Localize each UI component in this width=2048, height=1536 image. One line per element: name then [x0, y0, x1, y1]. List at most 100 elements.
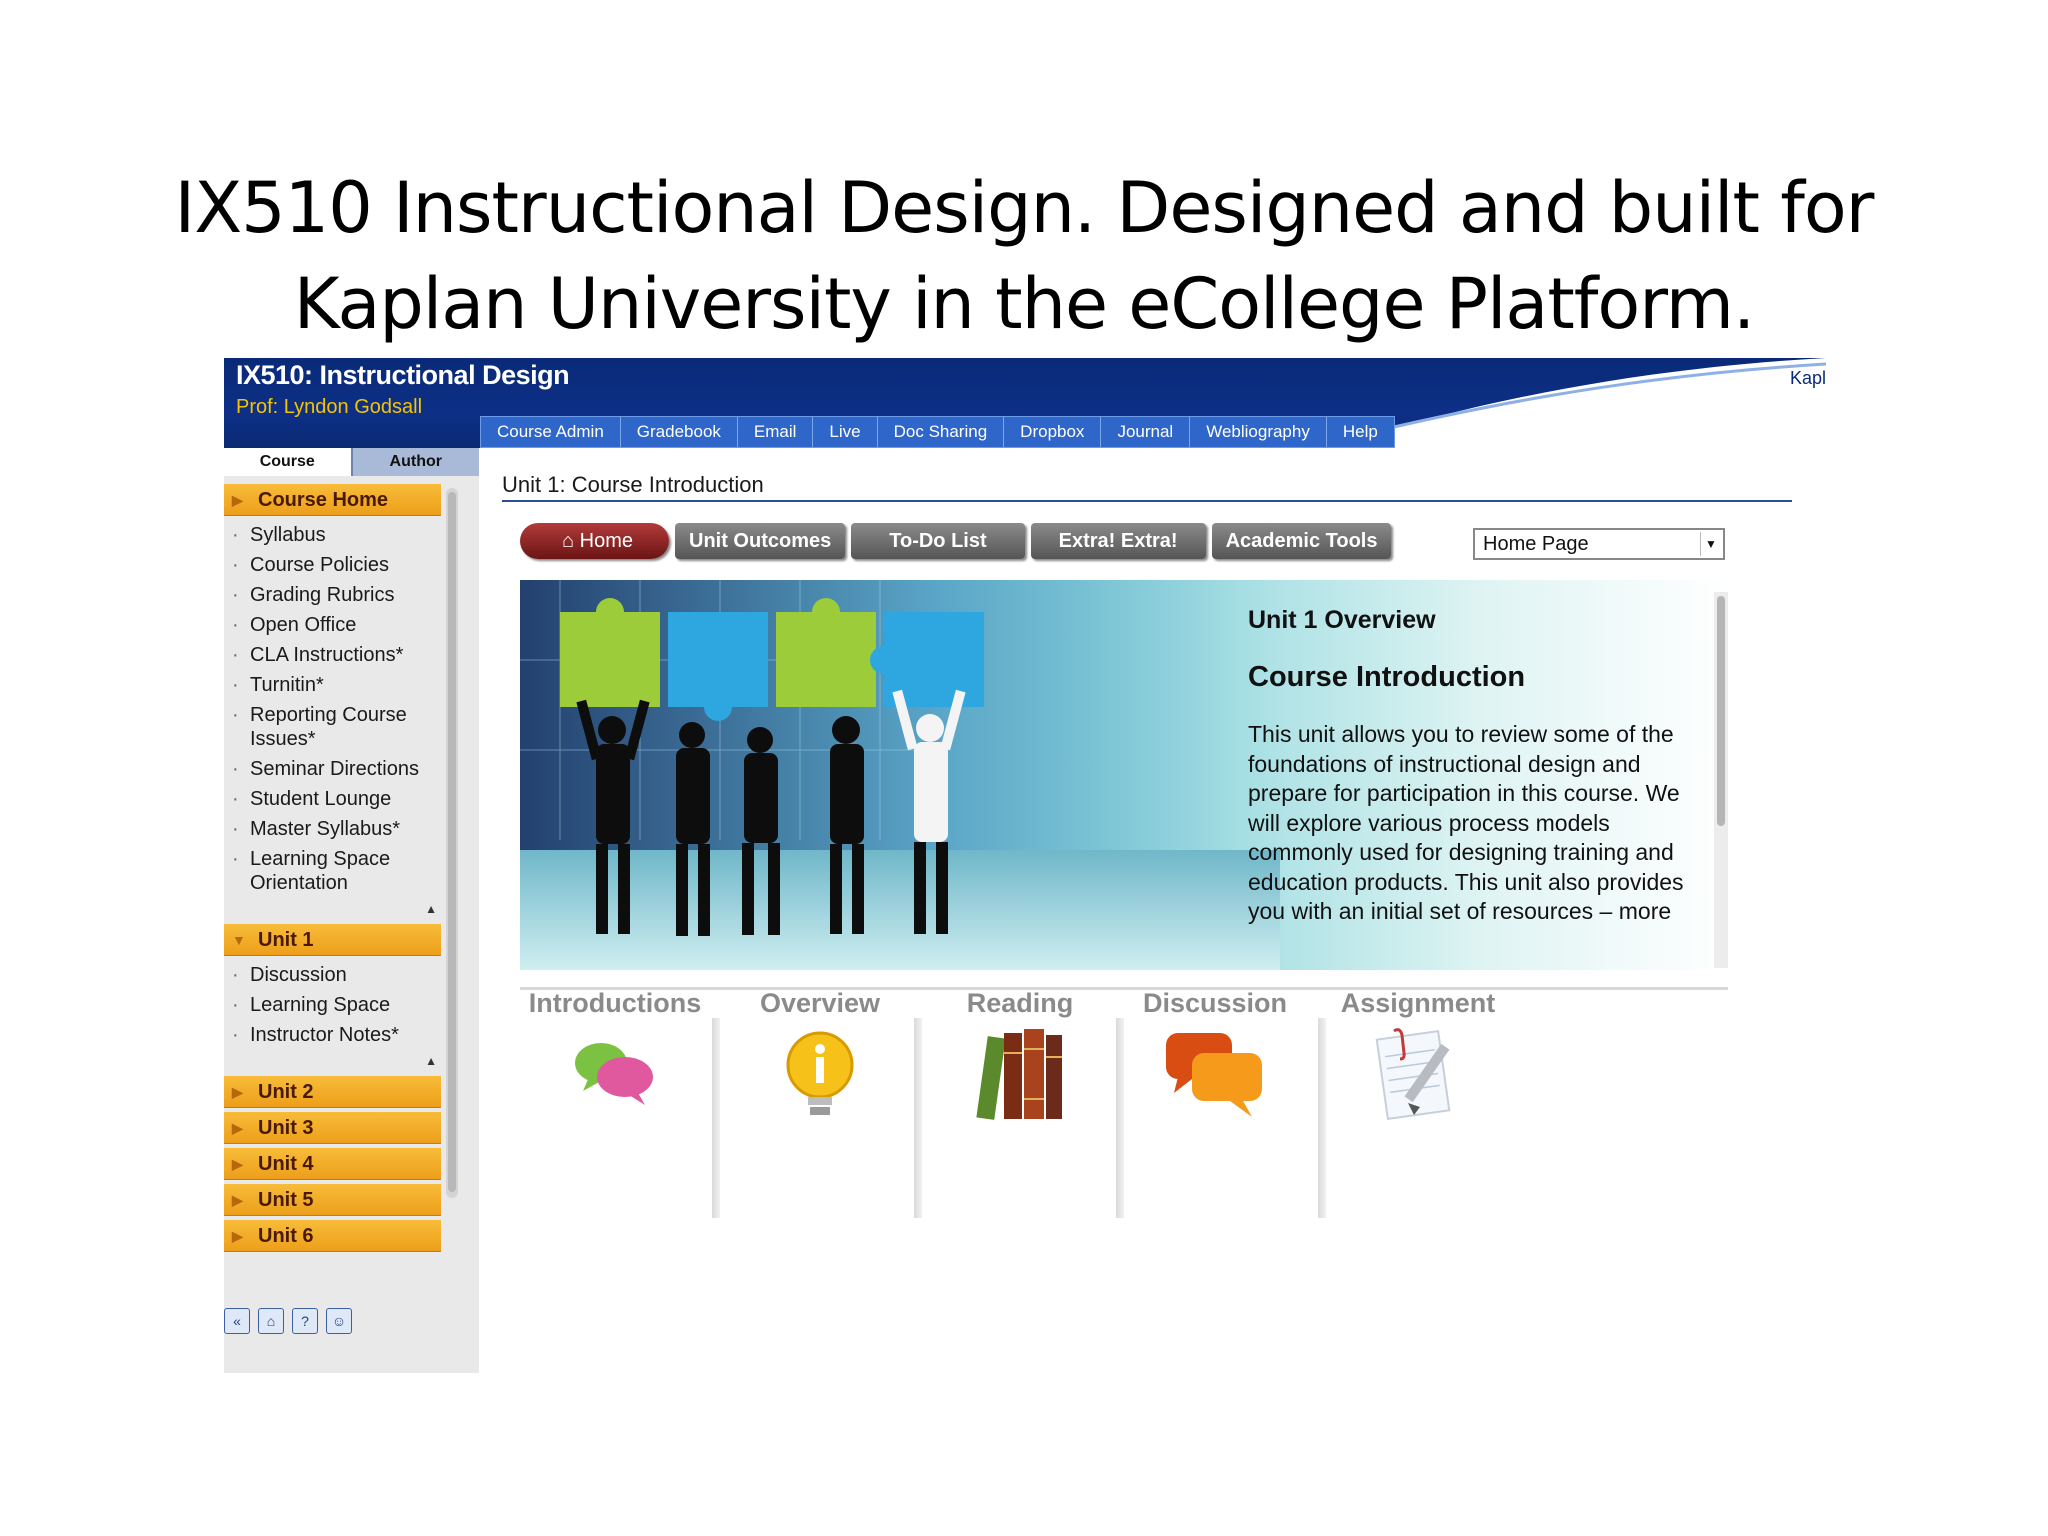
collapse-icon[interactable]: «: [224, 1308, 250, 1334]
section-unit-6[interactable]: ▶ Unit 6: [224, 1220, 441, 1252]
tab-home-label: Home: [579, 530, 633, 552]
link-instructor-notes[interactable]: Instructor Notes*: [224, 1020, 441, 1050]
nav-dropbox[interactable]: Dropbox: [1004, 417, 1102, 447]
unit-banner: Unit 1 Overview Course Introduction This…: [520, 580, 1728, 970]
tab-academic-tools[interactable]: Academic Tools: [1211, 523, 1392, 559]
course-title: IX510: Instructional Design: [236, 360, 570, 390]
assignment-paper-pencil-icon: [1375, 1028, 1451, 1121]
home-icon[interactable]: ⌂: [258, 1308, 284, 1334]
link-grading-rubrics[interactable]: Grading Rubrics: [224, 580, 441, 610]
slide-title-line-2: Kaplan University in the eCollege Platfo…: [293, 263, 1755, 345]
tab-home[interactable]: ⌂ Home: [520, 523, 669, 559]
section-unit-3[interactable]: ▶ Unit 3: [224, 1112, 441, 1144]
link-learning-space[interactable]: Learning Space: [224, 990, 441, 1020]
section-label: Unit 4: [258, 1153, 314, 1175]
team-puzzle-illustration: [520, 580, 1280, 970]
page-select-value: Home Page: [1483, 533, 1589, 555]
unit-1-links: Discussion Learning Space Instructor Not…: [224, 956, 441, 1052]
course-home-links: Syllabus Course Policies Grading Rubrics…: [224, 516, 441, 900]
link-open-office[interactable]: Open Office: [224, 610, 441, 640]
collapse-up-icon[interactable]: ▲: [224, 900, 441, 918]
banner-scrollbar[interactable]: [1714, 592, 1728, 968]
sidebar-scrollbar[interactable]: [446, 488, 458, 1198]
section-label: Unit 3: [258, 1117, 314, 1139]
section-unit-1[interactable]: ▼ Unit 1: [224, 924, 441, 956]
books-icon: [976, 1029, 1062, 1120]
section-course-home[interactable]: ▶ Course Home: [224, 484, 441, 516]
tab-course[interactable]: Course: [224, 448, 351, 476]
collapse-up-icon[interactable]: ▲: [224, 1052, 441, 1070]
link-syllabus[interactable]: Syllabus: [224, 520, 441, 550]
tab-author[interactable]: Author: [350, 448, 479, 476]
chat-bubbles-icon: [575, 1043, 653, 1105]
nav-journal[interactable]: Journal: [1101, 417, 1191, 447]
tab-extra-extra[interactable]: Extra! Extra!: [1030, 523, 1206, 559]
activity-label: Assignment: [1340, 988, 1496, 1018]
user-icon[interactable]: ☺: [326, 1308, 352, 1334]
expand-arrow-icon: ▶: [232, 1156, 243, 1172]
scrollbar-thumb[interactable]: [448, 492, 456, 1192]
activity-divider: [712, 1018, 720, 1218]
link-turnitin[interactable]: Turnitin*: [224, 670, 441, 700]
link-learning-space-orientation[interactable]: Learning Space Orientation: [224, 844, 441, 898]
banner-text: Unit 1 Overview Course Introduction This…: [1248, 606, 1698, 927]
section-label: Unit 5: [258, 1189, 314, 1211]
course-sidebar: Course Author ▶ Course Home Syllabus Cou…: [224, 448, 479, 1373]
discussion-bubbles-icon: [1166, 1033, 1262, 1117]
sidebar-tools: « ⌂ ? ☺: [224, 1308, 352, 1334]
nav-webliography[interactable]: Webliography: [1190, 417, 1327, 447]
link-student-lounge[interactable]: Student Lounge: [224, 784, 441, 814]
nav-email[interactable]: Email: [738, 417, 814, 447]
expand-arrow-icon: ▶: [232, 1120, 243, 1136]
nav-live[interactable]: Live: [813, 417, 878, 447]
scrollbar-thumb[interactable]: [1717, 596, 1725, 826]
nav-doc-sharing[interactable]: Doc Sharing: [878, 417, 1005, 447]
activity-introductions[interactable]: Introductions: [520, 988, 710, 1122]
banner-overview-label: Unit 1 Overview: [1248, 606, 1436, 634]
section-unit-4[interactable]: ▶ Unit 4: [224, 1148, 441, 1180]
nav-gradebook[interactable]: Gradebook: [621, 417, 738, 447]
activity-assignment[interactable]: Assignment: [1328, 988, 1508, 1128]
sidebar-tabs: Course Author: [224, 448, 479, 476]
page-title: Unit 1: Course Introduction: [502, 472, 764, 497]
help-icon[interactable]: ?: [292, 1308, 318, 1334]
banner-body: This unit allows you to review some of t…: [1248, 721, 1684, 924]
professor-name: Prof: Lyndon Godsall: [236, 396, 423, 418]
link-reporting-course-issues[interactable]: Reporting Course Issues*: [224, 700, 441, 754]
home-icon: ⌂: [562, 530, 580, 552]
activity-label: Reading: [966, 988, 1074, 1018]
title-divider: [502, 500, 1792, 502]
brand-logo-text: Kapl: [1789, 368, 1826, 388]
link-seminar-directions[interactable]: Seminar Directions: [224, 754, 441, 784]
activity-divider: [914, 1018, 922, 1218]
nav-help[interactable]: Help: [1327, 417, 1394, 447]
activity-overview[interactable]: Overview: [750, 988, 890, 1128]
expand-arrow-icon: ▶: [232, 1228, 243, 1244]
section-unit-5[interactable]: ▶ Unit 5: [224, 1184, 441, 1216]
lms-screenshot: IX510: Instructional Design Prof: Lyndon…: [224, 358, 1826, 1373]
expand-arrow-icon: ▶: [232, 492, 243, 508]
activity-reading[interactable]: Reading: [940, 988, 1100, 1128]
info-lightbulb-icon: [786, 1031, 854, 1115]
link-cla-instructions[interactable]: CLA Instructions*: [224, 640, 441, 670]
nav-course-admin[interactable]: Course Admin: [481, 417, 621, 447]
activity-label: Discussion: [1142, 988, 1288, 1018]
section-label: Unit 6: [258, 1225, 314, 1247]
activity-label: Overview: [759, 988, 881, 1018]
activity-discussion[interactable]: Discussion: [1130, 988, 1300, 1128]
link-discussion[interactable]: Discussion: [224, 960, 441, 990]
chevron-down-icon[interactable]: ▼: [1700, 532, 1721, 556]
tab-unit-outcomes[interactable]: Unit Outcomes: [675, 523, 846, 559]
sidebar-nav: ▶ Course Home Syllabus Course Policies G…: [224, 484, 441, 1252]
slide-title-line-1: IX510 Instructional Design. Designed and…: [174, 167, 1875, 249]
section-unit-2[interactable]: ▶ Unit 2: [224, 1076, 441, 1108]
tab-todo-list[interactable]: To-Do List: [851, 523, 1025, 559]
content-tabs: ⌂ Home Unit Outcomes To-Do List Extra! E…: [520, 523, 1392, 559]
link-course-policies[interactable]: Course Policies: [224, 550, 441, 580]
page-select[interactable]: Home Page ▼: [1473, 528, 1725, 560]
banner-heading: Course Introduction: [1248, 661, 1526, 693]
section-label: Unit 2: [258, 1081, 314, 1103]
section-label: Unit 1: [258, 929, 314, 951]
link-master-syllabus[interactable]: Master Syllabus*: [224, 814, 441, 844]
course-header: IX510: Instructional Design Prof: Lyndon…: [224, 358, 1826, 448]
